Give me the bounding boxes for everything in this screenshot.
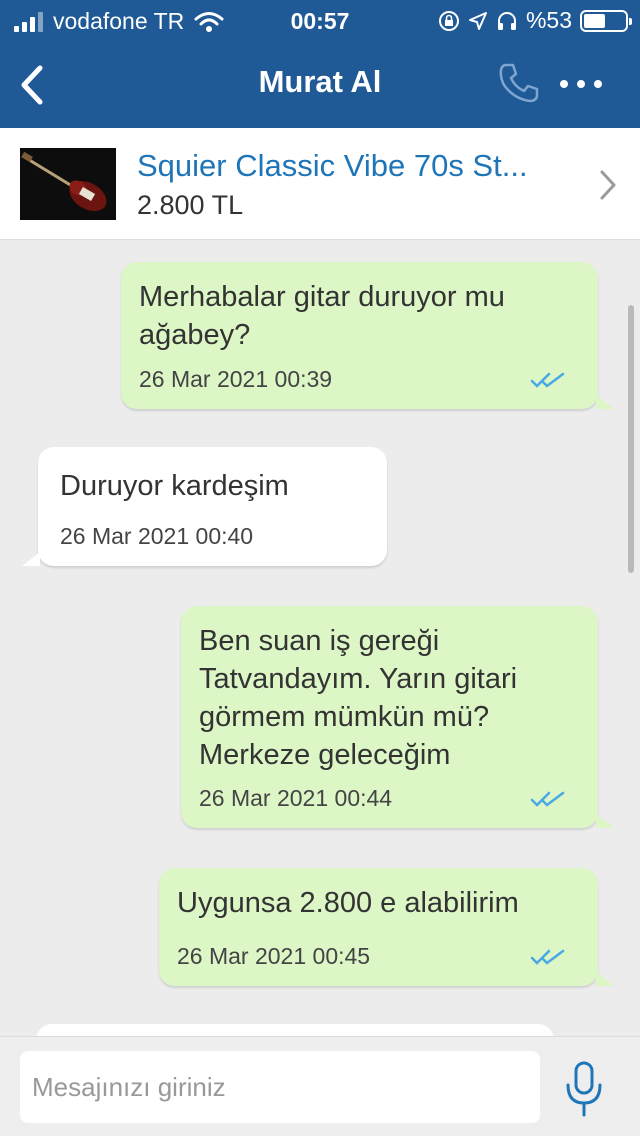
bubble-tail bbox=[596, 972, 614, 986]
phone-icon[interactable] bbox=[496, 60, 542, 106]
microphone-icon[interactable] bbox=[562, 1059, 606, 1119]
bubble-tail bbox=[596, 814, 614, 828]
message-text: Uygunsa 2.800 e alabilirim bbox=[177, 887, 519, 919]
headphones-icon bbox=[497, 11, 516, 30]
message-timestamp: 26 Mar 2021 00:39 bbox=[139, 366, 333, 392]
product-thumbnail bbox=[20, 148, 116, 220]
battery-icon bbox=[580, 9, 632, 32]
double-check-read-icon bbox=[530, 949, 565, 965]
double-check-read-icon bbox=[530, 372, 565, 388]
message-text: Merhabalar gitar duruyor mu ağabey? bbox=[139, 281, 505, 351]
orientation-lock-icon bbox=[438, 10, 459, 31]
chevron-right-icon[interactable] bbox=[596, 168, 620, 202]
guitar-image-icon bbox=[20, 148, 116, 220]
status-bar: vodafone TR 00:57 %53 bbox=[0, 0, 640, 42]
message-timestamp: 26 Mar 2021 00:40 bbox=[60, 523, 254, 549]
more-options-button[interactable] bbox=[560, 74, 608, 94]
header-bar: vodafone TR 00:57 %53 Murat Al bbox=[0, 0, 640, 128]
more-dot-icon bbox=[594, 80, 602, 88]
product-price: 2.800 TL bbox=[137, 190, 244, 220]
scroll-indicator[interactable] bbox=[628, 305, 634, 573]
battery-fill bbox=[584, 13, 606, 28]
location-arrow-icon bbox=[468, 11, 487, 30]
more-dot-icon bbox=[560, 80, 568, 88]
conversation-title: Murat Al bbox=[258, 64, 382, 99]
message-timestamp: 26 Mar 2021 00:44 bbox=[199, 785, 393, 811]
status-right: %53 bbox=[438, 7, 632, 34]
message-input[interactable]: Mesajınızı giriniz bbox=[20, 1051, 540, 1123]
message-text: Ben suan iş gereği Tatvandayım. Yarın gi… bbox=[199, 625, 518, 771]
double-check-read-icon bbox=[530, 791, 565, 807]
message-bubble-outgoing[interactable]: Uygunsa 2.800 e alabilirim 26 Mar 2021 0… bbox=[159, 868, 598, 986]
message-timestamp: 26 Mar 2021 00:45 bbox=[177, 943, 371, 969]
bubble-tail bbox=[596, 395, 614, 409]
product-title[interactable]: Squier Classic Vibe 70s St... bbox=[137, 148, 577, 184]
message-bubble-outgoing[interactable]: Merhabalar gitar duruyor mu ağabey? 26 M… bbox=[121, 262, 598, 409]
message-bubble-outgoing[interactable]: Ben suan iş gereği Tatvandayım. Yarın gi… bbox=[181, 606, 598, 828]
battery-percentage: %53 bbox=[525, 7, 572, 33]
more-dot-icon bbox=[577, 80, 585, 88]
bubble-tail bbox=[22, 552, 40, 566]
nav-bar: Murat Al bbox=[0, 42, 640, 128]
message-text: Duruyor kardeşim bbox=[60, 470, 289, 502]
message-bubble-incoming[interactable]: Duruyor kardeşim 26 Mar 2021 00:40 bbox=[38, 447, 387, 566]
product-summary-card[interactable]: Squier Classic Vibe 70s St... 2.800 TL bbox=[0, 128, 640, 240]
message-composer: Mesajınızı giriniz bbox=[0, 1036, 640, 1136]
